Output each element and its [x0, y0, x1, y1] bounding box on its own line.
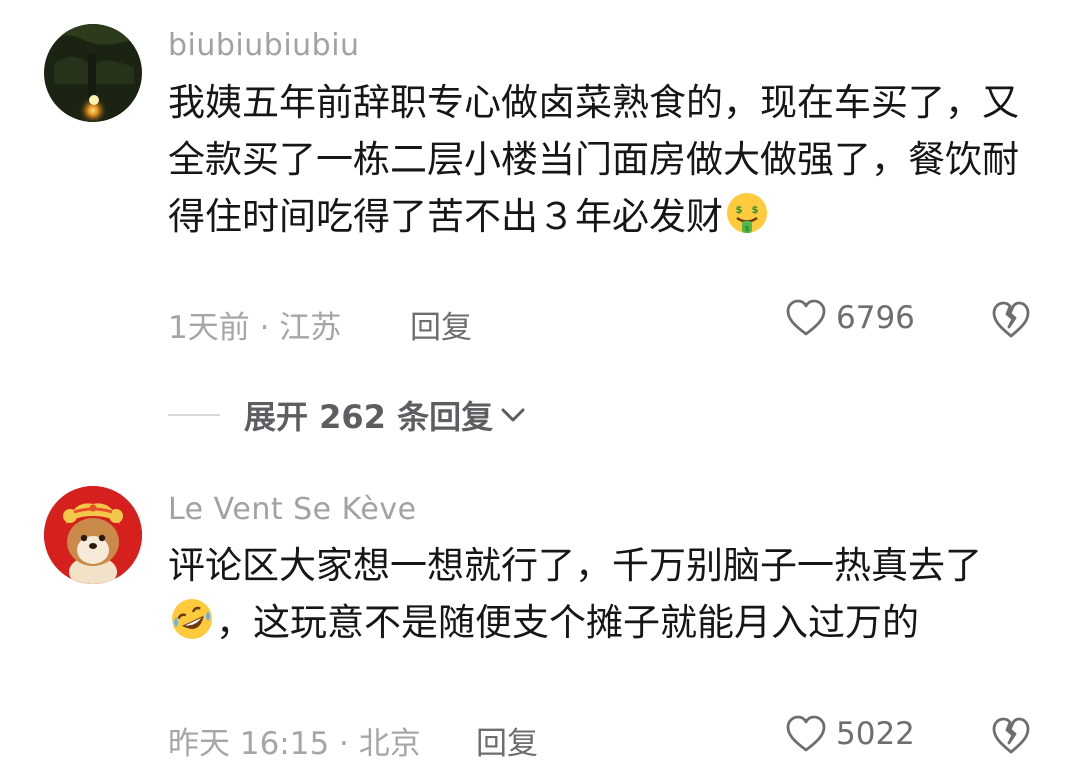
like-count: 5022	[836, 716, 915, 752]
comment-item: biubiubiubiu 我姨五年前辞职专心做卤菜熟食的，现在车买了，又全款买了…	[0, 0, 1080, 380]
broken-heart-icon[interactable]	[990, 716, 1032, 756]
comment-text-tail: ，这玩意不是随便支个摊子就能月入过万的	[216, 601, 919, 644]
comment-text-content: 我姨五年前辞职专心做卤菜熟食的，现在车买了，又全款买了一栋二层小楼当门面房做大做…	[168, 81, 1019, 238]
expand-replies-button[interactable]: 展开 262 条回复	[244, 392, 527, 438]
rolling-on-floor-laughing-icon	[172, 599, 212, 639]
svg-text:$: $	[744, 224, 749, 233]
divider	[168, 414, 220, 416]
reply-button[interactable]: 回复	[410, 302, 472, 347]
expand-replies-label: 展开 262 条回复	[244, 398, 494, 436]
lion-dance-dog-avatar-icon	[44, 486, 142, 584]
like-count: 6796	[836, 300, 915, 336]
comment-meta: 昨天 16:15 · 北京	[168, 726, 421, 762]
username[interactable]: Le Vent Se Kève	[168, 492, 417, 527]
chevron-down-icon	[501, 408, 525, 422]
dark-tree-night-photo-icon	[44, 24, 142, 122]
svg-text:$: $	[736, 205, 743, 216]
comment-text-content: 评论区大家想一想就行了，千万别脑子一热真去了	[168, 544, 982, 587]
like-button[interactable]: 6796	[784, 298, 915, 338]
username[interactable]: biubiubiubiu	[168, 28, 360, 63]
comment-text: 评论区大家想一想就行了，千万别脑子一热真去了 ，这玩意不是随便支个摊子就能月入过…	[168, 537, 1028, 651]
avatar[interactable]	[44, 24, 142, 122]
comment-item: Le Vent Se Kève 评论区大家想一想就行了，千万别脑子一热真去了 ，…	[0, 480, 1080, 769]
like-button[interactable]: 5022	[784, 714, 915, 754]
comment-text: 我姨五年前辞职专心做卤菜熟食的，现在车买了，又全款买了一栋二层小楼当门面房做大做…	[168, 74, 1028, 245]
broken-heart-icon[interactable]	[990, 300, 1032, 340]
avatar[interactable]	[44, 486, 142, 584]
expand-replies-row: 展开 262 条回复	[168, 392, 527, 438]
reply-button[interactable]: 回复	[476, 718, 538, 763]
heart-icon	[786, 715, 826, 752]
money-mouth-face-icon: $ $ $	[727, 193, 767, 233]
comment-meta: 1天前 · 江苏	[168, 310, 342, 346]
heart-icon	[786, 299, 826, 336]
svg-text:$: $	[752, 205, 759, 216]
